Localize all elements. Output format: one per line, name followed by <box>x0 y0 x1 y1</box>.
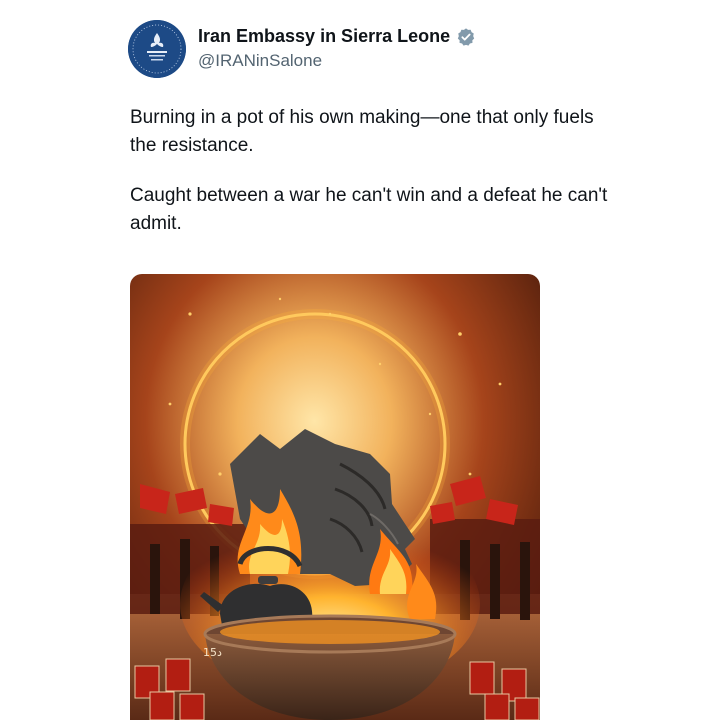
tweet-text: Burning in a pot of his own making—one t… <box>130 104 610 238</box>
tweet-media-image[interactable]: د15 <box>130 274 540 720</box>
author-display-name[interactable]: Iran Embassy in Sierra Leone <box>198 26 450 47</box>
media-corner-mark: د15 <box>203 646 222 659</box>
author-handle[interactable]: @IRANinSalone <box>198 51 322 71</box>
tweet-paragraph: Burning in a pot of his own making—one t… <box>130 107 594 156</box>
embassy-emblem-icon <box>128 20 186 78</box>
avatar[interactable] <box>128 20 186 78</box>
author-name-row: Iran Embassy in Sierra Leone <box>198 26 476 47</box>
tweet-paragraph: Caught between a war he can't win and a … <box>130 185 608 234</box>
verified-badge-icon <box>456 27 476 47</box>
